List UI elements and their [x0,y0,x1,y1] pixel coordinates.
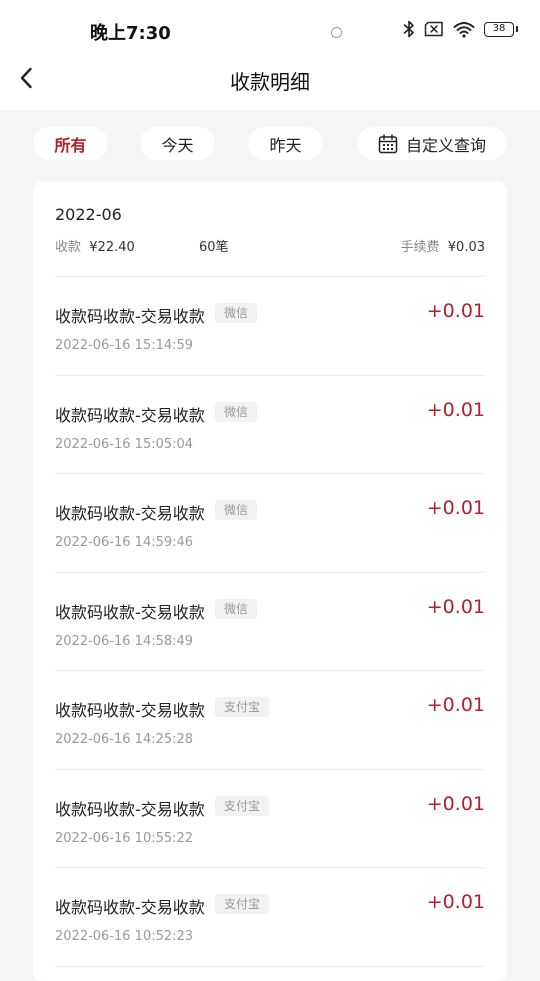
summary-received: 收款 ¥22.40 [55,236,135,255]
transaction-time: 2022-06-16 10:52:23 [55,929,194,944]
payment-channel-tag: 支付宝 [215,697,270,717]
transaction-amount: +0.01 [426,694,485,716]
payment-channel-tag: 支付宝 [215,894,270,914]
battery-icon: 38 [484,21,518,37]
transaction-amount: +0.01 [426,398,485,421]
summary-fee-amount: ¥0.03 [447,240,485,255]
payment-channel-tag: 支付宝 [215,795,270,816]
transaction-list: 收款码收款-交易收款 微信 2022-06-16 15:14:59 +0.01 … [33,277,507,967]
summary-fee-label: 手续费 [400,240,440,255]
transaction-title: 收款码收款-交易收款 [55,602,205,622]
transaction-amount: +0.01 [426,595,485,618]
camera-dot-icon [331,27,342,38]
transactions-card: 2022-06 收款 ¥22.40 60笔 手续费 ¥0.03 收款码收款-交易… [33,181,507,981]
transaction-title: 收款码收款-交易收款 [55,898,205,917]
transaction-row[interactable]: 收款码收款-交易收款 微信 2022-06-16 14:59:46 +0.01 [55,474,485,573]
wifi-icon [453,21,475,38]
page-title: 收款明细 [230,70,310,94]
transaction-title: 收款码收款-交易收款 [55,504,205,523]
transaction-row[interactable]: 收款码收款-交易收款 支付宝 2022-06-16 10:55:22 +0.01 [55,770,485,868]
filter-bar: 所有 今天 昨天 自定义查询 [33,127,507,161]
transaction-row[interactable]: 收款码收款-交易收款 微信 2022-06-16 14:58:49 +0.01 [55,573,485,671]
transaction-title: 收款码收款-交易收款 [55,701,205,720]
sim-error-icon [424,21,444,37]
payment-channel-tag: 微信 [215,303,258,323]
transaction-time: 2022-06-16 14:59:46 [55,535,194,550]
header-area: 晚上7:30 38 收款明细 [0,0,540,110]
transaction-title: 收款码收款-交易收款 [55,405,205,425]
filter-custom-label: 自定义查询 [405,135,486,155]
status-time: 晚上7:30 [90,23,171,44]
filter-custom-query[interactable]: 自定义查询 [357,127,507,160]
transaction-row[interactable]: 收款码收款-交易收款 支付宝 2022-06-16 10:52:23 +0.01 [55,868,485,967]
filter-today[interactable]: 今天 [140,127,215,160]
transaction-amount: +0.01 [426,497,485,519]
filter-all[interactable]: 所有 [33,127,108,160]
transaction-row[interactable]: 收款码收款-交易收款 微信 2022-06-16 15:05:04 +0.01 [55,376,485,474]
calendar-icon [378,133,398,154]
transaction-title: 收款码收款-交易收款 [55,307,205,326]
transaction-time: 2022-06-16 14:25:28 [55,732,194,747]
payment-channel-tag: 微信 [215,401,258,422]
transaction-amount: +0.01 [426,792,485,815]
transaction-amount: +0.01 [426,891,485,913]
summary-month: 2022-06 [55,205,122,224]
transaction-row[interactable]: 收款码收款-交易收款 支付宝 2022-06-16 14:25:28 +0.01 [55,671,485,770]
filter-yesterday[interactable]: 昨天 [248,127,323,160]
transaction-time: 2022-06-16 15:05:04 [55,436,194,452]
status-bar: 晚上7:30 38 [0,0,540,62]
payment-channel-tag: 微信 [215,500,258,520]
transaction-time: 2022-06-16 15:14:59 [55,338,194,353]
payment-channel-tag: 微信 [215,598,258,619]
status-icons: 38 [403,20,518,38]
transaction-time: 2022-06-16 14:58:49 [55,633,194,649]
transaction-amount: +0.01 [426,300,485,322]
summary-received-label: 收款 [55,240,82,255]
summary-count: 60笔 [199,240,229,255]
bluetooth-icon [403,20,415,38]
transaction-row[interactable]: 收款码收款-交易收款 微信 2022-06-16 15:14:59 +0.01 [55,277,485,376]
transaction-title: 收款码收款-交易收款 [55,799,205,819]
nav-bar: 收款明细 [0,56,540,100]
summary-fee: 手续费 ¥0.03 [401,236,486,255]
summary-received-amount: ¥22.40 [89,240,135,255]
summary-line: 收款 ¥22.40 60笔 手续费 ¥0.03 [55,236,485,256]
transaction-time: 2022-06-16 10:55:22 [55,830,194,846]
